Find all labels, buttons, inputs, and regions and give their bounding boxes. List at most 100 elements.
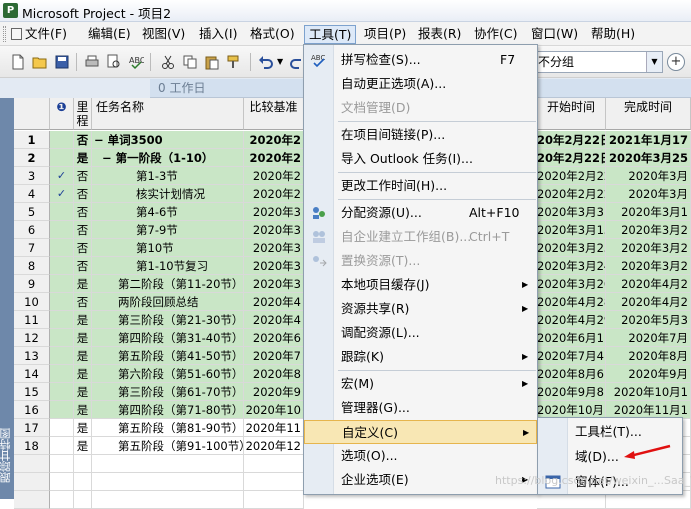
tools-menu-item-1[interactable]: 自动更正选项(A)... (304, 72, 537, 96)
milestone-cell[interactable]: 是 (74, 347, 92, 365)
print-icon[interactable] (84, 54, 100, 70)
finish-cell[interactable]: 2020年5月3 (606, 311, 691, 329)
start-cell[interactable]: 20年2月22日 (537, 131, 606, 149)
milestone-cell[interactable]: 是 (74, 383, 92, 401)
row-id[interactable]: 16 (14, 401, 50, 419)
milestone-cell[interactable]: 是 (74, 437, 92, 455)
column-header-milestone[interactable]: 里程 (74, 98, 92, 130)
task-name-cell[interactable]: 第二阶段（第11-20节） (92, 275, 244, 293)
task-name-cell[interactable]: 核实计划情况 (92, 185, 244, 203)
start-cell[interactable]: 2020年7月4日 (537, 347, 606, 365)
copy-icon[interactable] (182, 54, 198, 70)
menu-window[interactable]: 窗口(W) (527, 25, 582, 44)
row-id[interactable]: 15 (14, 383, 50, 401)
finish-cell[interactable]: 2020年3月 (606, 185, 691, 203)
column-header-name[interactable]: 任务名称 (92, 98, 244, 130)
finish-cell[interactable]: 2020年9月 (606, 365, 691, 383)
baseline-cell[interactable]: 2020年3 (244, 239, 304, 257)
task-name-cell[interactable]: 第五阶段（第41-50节） (92, 347, 244, 365)
task-name-cell[interactable]: 第四阶段（第31-40节） (92, 329, 244, 347)
start-cell[interactable]: 2020年3月23日 (537, 239, 606, 257)
tools-menu-item-4[interactable]: 在项目间链接(P)... (304, 123, 537, 147)
finish-cell[interactable]: 2020年7月 (606, 329, 691, 347)
undo-icon[interactable] (258, 54, 274, 70)
menu-file[interactable]: 文件(F) (9, 25, 71, 44)
tools-menu-item-17[interactable]: 宏(M) ▶ (304, 372, 537, 396)
milestone-cell[interactable]: 是 (74, 311, 92, 329)
task-name-cell[interactable]: 第4-6节 (92, 203, 244, 221)
start-cell[interactable]: 2020年9月8日 (537, 383, 606, 401)
baseline-cell[interactable]: 2020年3 (244, 221, 304, 239)
task-name-cell[interactable]: 第五阶段（第91-100节） (92, 437, 244, 455)
tools-menu-item-12[interactable]: 本地项目缓存(J) ▶ (304, 273, 537, 297)
menu-tools[interactable]: 工具(T) (304, 25, 357, 44)
finish-cell[interactable]: 2020年8月 (606, 347, 691, 365)
finish-cell[interactable]: 2021年1月17 (606, 131, 691, 149)
save-icon[interactable] (54, 54, 70, 70)
tools-menu-item-7[interactable]: 更改工作时间(H)... (304, 174, 537, 198)
task-name-cell[interactable]: 第三阶段（第21-30节） (92, 311, 244, 329)
menu-help[interactable]: 帮助(H) (587, 25, 639, 44)
spelling-icon[interactable]: ABC (128, 54, 144, 70)
row-id[interactable]: 7 (14, 239, 50, 257)
row-id[interactable]: 10 (14, 293, 50, 311)
row-id[interactable]: 9 (14, 275, 50, 293)
baseline-cell[interactable]: 2020年3 (244, 275, 304, 293)
milestone-cell[interactable]: 是 (74, 401, 92, 419)
milestone-cell[interactable]: 否 (74, 131, 92, 149)
row-id[interactable]: 8 (14, 257, 50, 275)
row-id[interactable]: 11 (14, 311, 50, 329)
milestone-cell[interactable]: 否 (74, 293, 92, 311)
task-name-cell[interactable]: 第10节 (92, 239, 244, 257)
tools-menu-item-0[interactable]: ABC 拼写检查(S)... F7 (304, 48, 537, 72)
row-id[interactable]: 4 (14, 185, 50, 203)
start-cell[interactable]: 2020年2月22日 (537, 185, 606, 203)
milestone-cell[interactable]: 是 (74, 365, 92, 383)
finish-cell[interactable]: 2020年4月2 (606, 293, 691, 311)
milestone-cell[interactable]: 否 (74, 185, 92, 203)
tools-menu-item-13[interactable]: 资源共享(R) ▶ (304, 297, 537, 321)
print-preview-icon[interactable] (106, 54, 122, 70)
zoom-in-icon[interactable]: + (667, 53, 685, 71)
tools-menu-item-18[interactable]: 管理器(G)... (304, 396, 537, 420)
start-cell[interactable]: 2020年3月24日 (537, 257, 606, 275)
group-by-select[interactable]: 不分组 ▼ (533, 51, 663, 73)
baseline-cell[interactable]: 2020年10 (244, 401, 304, 419)
row-id[interactable]: 6 (14, 221, 50, 239)
baseline-cell[interactable]: 2020年9 (244, 383, 304, 401)
finish-cell[interactable]: 2020年3月2 (606, 221, 691, 239)
column-header-baseline[interactable]: 比较基准 (244, 98, 304, 130)
task-name-cell[interactable]: 第1-10节复习 (92, 257, 244, 275)
milestone-cell[interactable]: 否 (74, 203, 92, 221)
start-cell[interactable]: 2020年4月29日 (537, 311, 606, 329)
start-cell[interactable]: 2020年4月28日 (537, 293, 606, 311)
menu-project[interactable]: 项目(P) (360, 25, 410, 44)
baseline-cell[interactable]: 2020年2 (244, 167, 304, 185)
row-id[interactable]: 13 (14, 347, 50, 365)
start-cell[interactable]: 2020年3月13日 (537, 221, 606, 239)
milestone-cell[interactable]: 否 (74, 221, 92, 239)
finish-cell[interactable]: 2020年10月1 (606, 383, 691, 401)
baseline-cell[interactable]: 2020年2 (244, 185, 304, 203)
chevron-down-icon[interactable]: ▼ (646, 52, 662, 72)
finish-cell[interactable]: 2020年4月2 (606, 275, 691, 293)
tools-menu-item-20[interactable]: 选项(O)... (304, 444, 537, 468)
task-name-cell[interactable]: − 第一阶段（1-10） (92, 149, 244, 167)
row-id[interactable]: 14 (14, 365, 50, 383)
finish-cell[interactable]: 2020年3月1 (606, 203, 691, 221)
menu-format[interactable]: 格式(O) (246, 25, 299, 44)
row-id[interactable]: 18 (14, 437, 50, 455)
task-name-cell[interactable]: − 单词3500 (92, 131, 244, 149)
baseline-cell[interactable]: 2020年4 (244, 311, 304, 329)
row-id[interactable]: 1 (14, 131, 50, 149)
milestone-cell[interactable]: 是 (74, 275, 92, 293)
finish-cell[interactable]: 2020年3月2 (606, 239, 691, 257)
column-header-indicators[interactable]: ❶ (50, 98, 74, 130)
undo-dropdown-icon[interactable]: ▼ (277, 57, 283, 66)
start-cell[interactable]: 2020年6月1日 (537, 329, 606, 347)
tools-menu-item-14[interactable]: 调配资源(L)... (304, 321, 537, 345)
menu-collaborate[interactable]: 协作(C) (470, 25, 521, 44)
milestone-cell[interactable]: 否 (74, 167, 92, 185)
milestone-cell[interactable]: 是 (74, 419, 92, 437)
baseline-cell[interactable]: 2020年12 (244, 437, 304, 455)
